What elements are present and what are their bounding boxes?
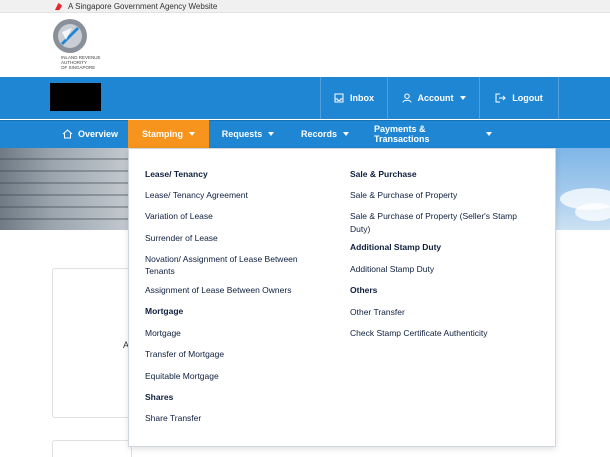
menu-item-variation-of-lease[interactable]: Variation of Lease — [145, 210, 213, 222]
nav-requests-label: Requests — [221, 129, 263, 139]
chevron-down-icon — [343, 132, 349, 136]
iras-logo[interactable] — [52, 18, 88, 54]
logout-icon — [495, 93, 506, 103]
nav-overview-label: Overview — [77, 129, 119, 139]
nav-records-label: Records — [300, 129, 337, 139]
chevron-down-icon — [459, 96, 466, 100]
menu-item-equitable-mortgage[interactable]: Equitable Mortgage — [145, 370, 219, 382]
logo-caption: INLAND REVENUE AUTHORITY OF SINGAPORE — [61, 55, 121, 70]
gov-banner-text: A Singapore Government Agency Website — [68, 2, 218, 11]
section-heading-shares: Shares — [145, 392, 174, 402]
menu-item-sale-purchase-ssd[interactable]: Sale & Purchase of Property (Seller's St… — [350, 210, 517, 222]
account-menu[interactable]: Account — [387, 77, 479, 119]
inbox-button[interactable]: Inbox — [320, 77, 387, 119]
menu-item-mortgage[interactable]: Mortgage — [145, 327, 181, 339]
menu-item-other-transfer[interactable]: Other Transfer — [350, 306, 405, 318]
section-heading-others: Others — [350, 285, 378, 295]
nav-records[interactable]: Records — [298, 120, 352, 148]
menu-item-novation-assignment-lease-cont[interactable]: Tenants — [145, 265, 175, 277]
logout-button[interactable]: Logout — [479, 77, 559, 119]
singapore-lion-icon — [54, 2, 63, 11]
content-card — [52, 440, 132, 457]
menu-item-sale-purchase-ssd-cont[interactable]: Duty) — [350, 223, 370, 235]
nav-stamping[interactable]: Stamping — [128, 120, 209, 148]
chevron-down-icon — [189, 132, 195, 136]
building-image — [0, 148, 128, 230]
menu-item-assignment-lease-owners[interactable]: Assignment of Lease Between Owners — [145, 284, 291, 296]
stamping-dropdown-menu: Lease/ Tenancy Lease/ Tenancy Agreement … — [128, 148, 556, 447]
nav-stamping-label: Stamping — [141, 129, 183, 139]
nav-payments[interactable]: Payments & Transactions — [374, 120, 492, 148]
menu-item-lease-tenancy-agreement[interactable]: Lease/ Tenancy Agreement — [145, 189, 248, 201]
section-heading-mortgage: Mortgage — [145, 306, 184, 316]
menu-item-check-stamp-certificate[interactable]: Check Stamp Certificate Authenticity — [350, 327, 487, 339]
nav-overview[interactable]: Overview — [58, 120, 122, 148]
logo-line: OF SINGAPORE — [61, 65, 96, 70]
menu-item-sale-purchase-property[interactable]: Sale & Purchase of Property — [350, 189, 457, 201]
menu-item-additional-stamp-duty[interactable]: Additional Stamp Duty — [350, 263, 434, 275]
section-heading-sale-purchase: Sale & Purchase — [350, 169, 417, 179]
menu-item-share-transfer[interactable]: Share Transfer — [145, 412, 201, 424]
inbox-icon — [334, 93, 344, 103]
redacted-user-name — [50, 83, 101, 111]
account-label: Account — [417, 93, 454, 103]
chevron-down-icon — [486, 132, 492, 136]
nav-requests[interactable]: Requests — [218, 120, 278, 148]
menu-item-transfer-of-mortgage[interactable]: Transfer of Mortgage — [145, 348, 224, 360]
user-icon — [402, 93, 411, 103]
home-icon — [62, 129, 73, 139]
logout-label: Logout — [512, 93, 543, 103]
inbox-label: Inbox — [350, 93, 374, 103]
section-heading-additional-stamp-duty: Additional Stamp Duty — [350, 242, 442, 252]
gov-banner: A Singapore Government Agency Website — [0, 0, 610, 13]
menu-item-novation-assignment-lease[interactable]: Novation/ Assignment of Lease Between — [145, 253, 298, 265]
menu-item-surrender-of-lease[interactable]: Surrender of Lease — [145, 232, 218, 244]
content-card — [52, 268, 132, 418]
chevron-down-icon — [268, 132, 275, 136]
nav-payments-label: Payments & Transactions — [374, 124, 430, 144]
section-heading-lease: Lease/ Tenancy — [145, 169, 208, 179]
